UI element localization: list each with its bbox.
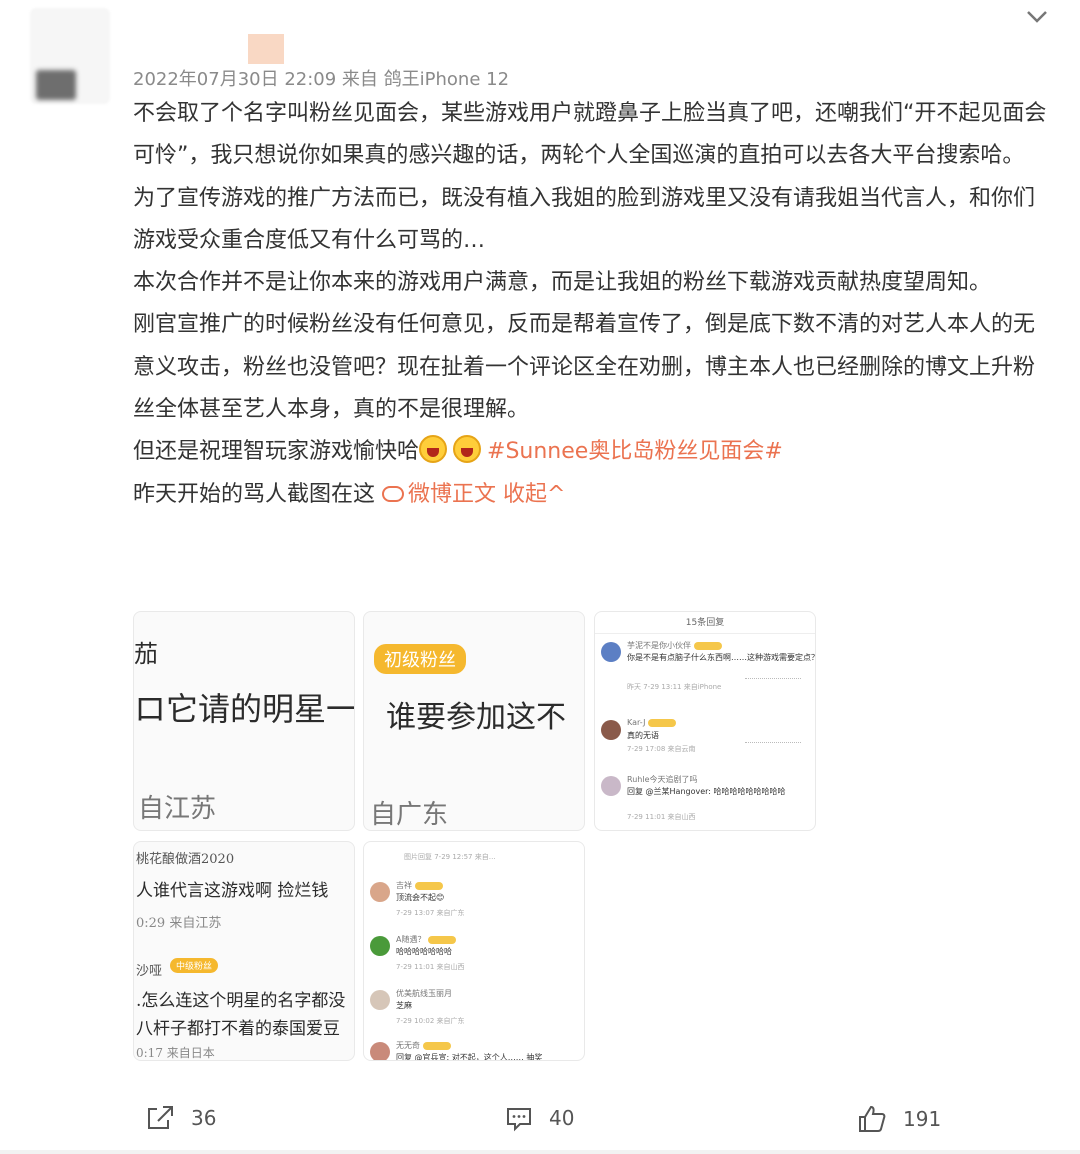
mini-avatar — [601, 642, 621, 662]
paragraph-5: 但还是祝理智玩家游戏愉快哈 #Sunnee奥比岛粉丝见面会# — [133, 431, 1048, 473]
mini-meta: 图片回复 7-29 12:57 来自… — [404, 853, 496, 861]
mini-avatar — [370, 882, 390, 902]
share-button[interactable]: 36 — [145, 1104, 216, 1132]
mini-name: Ruhle今天追剧了吗 — [627, 775, 698, 784]
comment-button[interactable]: 40 — [505, 1104, 574, 1132]
post-meta: 2022年07月30日 22:09 来自 鸽王iPhone 12 — [133, 69, 510, 90]
mini-meta: 7-29 11:01 来自山西 — [627, 813, 696, 821]
share-icon — [148, 1106, 173, 1129]
paragraph-3: 本次合作并不是让你本来的游戏用户满意，而是让我姐的粉丝下载游戏贡献热度望周知。 — [133, 270, 992, 296]
collapse-link[interactable]: 收起^ — [503, 482, 565, 507]
paragraph-6-text: 昨天开始的骂人截图在这 — [133, 481, 376, 507]
source-link[interactable]: 微博正文 — [382, 482, 496, 507]
image-thumbnail-1[interactable]: 茄 ロ它请的明星一 自江苏 — [133, 611, 355, 831]
thumb-comment: Ruhle今天追剧了吗 回复 @兰某Hangover: 哈哈哈哈哈哈哈哈哈 7-… — [601, 772, 809, 830]
mini-text: 你是不是有点脑子什么东西啊……这种游戏需要定点？ — [627, 653, 816, 662]
mini-text: 真的无语 — [627, 731, 659, 740]
thumb-comment: 芋泥不是你小伙伴 你是不是有点脑子什么东西啊……这种游戏需要定点？ 昨天 7-2… — [601, 638, 815, 698]
share-count: 36 — [191, 1106, 217, 1130]
thumb-text: 八杆子都打不着的泰国爱豆 — [136, 1019, 340, 1039]
thumb-header: 15条回复 — [595, 612, 815, 634]
thumb-text: 茄 — [134, 640, 158, 668]
fan-level-badge: 初级粉丝 — [374, 644, 466, 674]
mini-badge — [694, 641, 722, 650]
hashtag-link[interactable]: #Sunnee奥比岛粉丝见面会# — [487, 439, 783, 464]
weibo-cloud-icon — [382, 485, 405, 502]
mini-text: 哈哈哈哈哈哈哈 — [396, 947, 452, 956]
thumb-text: 0:17 来自日本 — [136, 1046, 215, 1060]
mini-text: 顶流会不起😊 — [396, 893, 445, 902]
mini-meta: 7-29 17:08 来自云南 — [627, 745, 696, 753]
source-link-label: 微博正文 — [408, 481, 497, 507]
mini-avatar — [370, 990, 390, 1010]
mini-meta: 7-29 13:07 来自广东 — [396, 909, 465, 917]
thumb-comment: 优美航线玉丽月 芝麻 7-29 10:02 来自广东 — [370, 986, 578, 1046]
like-count: 191 — [903, 1107, 942, 1131]
paragraph-5-text: 但还是祝理智玩家游戏愉快哈 — [133, 439, 420, 465]
thumb-text: 桃花酿做酒2020 — [136, 852, 235, 867]
image-thumbnail-4[interactable]: 桃花酿做酒2020 人谁代言这游戏啊 捡烂钱 0:29 来自江苏 沙哑 中级粉丝… — [133, 841, 355, 1061]
mini-actions — [745, 678, 801, 688]
post-text: 不会取了个名字叫粉丝见面会，某些游戏用户就蹬鼻子上脸当真了吧，还嘲我们“开不起见… — [133, 93, 1048, 516]
mini-name: A随遇？ — [396, 935, 426, 944]
thumb-text: 自江苏 — [138, 794, 217, 824]
thumb-comment: 无无奇 回复 @官兵宣: 对不起，这个人…… 抽奖 — [370, 1038, 578, 1061]
mini-avatar — [370, 936, 390, 956]
thumb-text: 人谁代言这游戏啊 捡烂钱 — [136, 881, 329, 901]
mini-name: Kar-J — [627, 718, 646, 727]
thumb-text: 0:29 来自江苏 — [136, 916, 222, 931]
fan-level-badge: 中级粉丝 — [170, 958, 219, 973]
mini-text: 回复 @兰某Hangover: 哈哈哈哈哈哈哈哈哈 — [627, 787, 786, 796]
mini-avatar — [370, 1042, 390, 1060]
thumb-title: 15条回复 — [685, 618, 725, 628]
mini-text: 回复 @官兵宣: 对不起，这个人…… 抽奖 — [396, 1053, 543, 1061]
avatar[interactable] — [30, 8, 110, 104]
mini-badge — [648, 718, 677, 727]
paragraph-6: 昨天开始的骂人截图在这 微博正文 收起^ — [133, 474, 1048, 516]
thumbs-up-icon — [859, 1105, 886, 1132]
image-thumbnail-5[interactable]: 图片回复 7-29 12:57 来自… 吉祥 顶流会不起😊 7-29 13:07… — [363, 841, 585, 1061]
mini-meta: 昨天 7-29 13:11 来自iPhone — [627, 683, 722, 691]
comment-icon — [507, 1108, 531, 1132]
chevron-down-icon[interactable] — [1022, 4, 1052, 28]
laugh-emoji-icon — [419, 435, 448, 464]
thumb-text: 沙哑 — [136, 964, 163, 979]
comment-count: 40 — [549, 1106, 575, 1130]
mini-meta: 7-29 10:02 来自广东 — [396, 1017, 465, 1025]
mini-badge — [415, 881, 443, 890]
paragraph-4: 刚官宣推广的时候粉丝没有任何意见，反而是帮着宣传了，倒是底下数不清的对艺人本人的… — [133, 312, 1036, 423]
divider — [0, 1150, 1080, 1154]
like-button[interactable]: 191 — [857, 1104, 941, 1134]
mini-avatar — [601, 776, 621, 796]
thumb-text: ロ它请的明星一 — [134, 690, 355, 728]
mini-meta: 7-29 11:01 来自山西 — [396, 963, 465, 971]
thumb-text: 谁要参加这不 — [386, 700, 566, 735]
thumb-comment: Kar-J 真的无语 7-29 17:08 来自云南 — [601, 716, 809, 776]
mini-name: 优美航线玉丽月 — [396, 989, 452, 998]
mini-avatar — [601, 720, 621, 740]
thumb-text: .怎么连这个明星的名字都没 — [136, 991, 346, 1011]
mini-name: 吉祥 — [396, 881, 412, 890]
thumb-comment: 吉祥 顶流会不起😊 7-29 13:07 来自广东 — [370, 878, 578, 938]
mini-name: 无无奇 — [396, 1041, 420, 1050]
image-thumbnail-2[interactable]: 初级粉丝 谁要参加这不 自广东 — [363, 611, 585, 831]
mini-badge — [423, 1041, 451, 1050]
mini-name: 芋泥不是你小伙伴 — [627, 641, 691, 650]
mini-badge — [428, 935, 457, 944]
mini-actions — [745, 742, 801, 752]
username-blurred[interactable] — [248, 34, 284, 64]
thumb-comment: A随遇？ 哈哈哈哈哈哈哈 7-29 11:01 来自山西 — [370, 932, 578, 992]
paragraph-2: 为了宣传游戏的推广方法而已，既没有植入我姐的脸到游戏里又没有请我姐当代言人，和你… — [133, 185, 1036, 253]
image-thumbnail-3[interactable]: 15条回复 芋泥不是你小伙伴 你是不是有点脑子什么东西啊……这种游戏需要定点？ … — [594, 611, 816, 831]
laugh-emoji-icon — [453, 435, 482, 464]
thumb-text: 自广东 — [370, 800, 449, 830]
paragraph-1: 不会取了个名字叫粉丝见面会，某些游戏用户就蹬鼻子上脸当真了吧，还嘲我们“开不起见… — [133, 101, 1047, 169]
mini-text: 芝麻 — [396, 1001, 412, 1010]
